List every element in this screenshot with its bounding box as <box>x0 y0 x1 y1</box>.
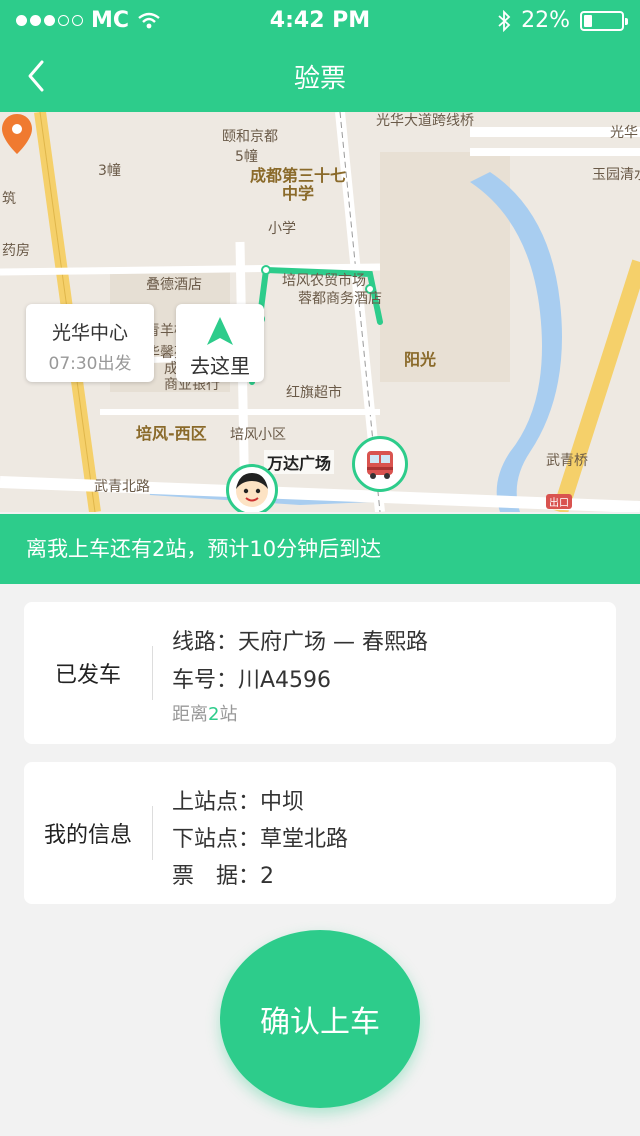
bus-icon <box>367 451 393 479</box>
map-label: 叠德酒店 <box>146 277 202 293</box>
route-text: 线路：天府广场 — 春熙路 <box>172 630 428 655</box>
map-label: 玉园清水河 <box>592 167 640 183</box>
board-stop-text: 上站点：中坝 <box>172 790 305 815</box>
battery-percent: 22% <box>521 8 570 33</box>
map-label: 颐和京都 <box>222 129 278 145</box>
route-map[interactable]: 颐和京都 5幢 3幢 成都第三十七 中学 小学 培风农贸市场 蓉都商务酒店 叠德… <box>0 112 640 512</box>
map-label: 培风-西区 <box>136 424 207 443</box>
app-header: MC 4:42 PM 22% 验票 <box>0 0 640 112</box>
map-label: 武青北路 <box>94 479 150 495</box>
map-label: 培风农贸市场 <box>282 273 366 289</box>
map-label: 光华 <box>610 125 638 141</box>
start-stop-card[interactable]: 光华中心 07:30出发 <box>26 304 154 382</box>
divider <box>152 646 153 700</box>
map-label: 武青桥 <box>546 453 588 469</box>
bus-status-card: 已发车 线路：天府广场 — 春熙路 车号：川A4596 距离2站 <box>24 602 616 744</box>
confirm-boarding-button[interactable]: 确认上车 <box>220 930 420 1108</box>
navigation-arrow-icon <box>207 317 233 345</box>
plate-text: 车号：川A4596 <box>172 668 332 693</box>
bluetooth-icon <box>498 9 511 32</box>
map-label: 筑 <box>2 191 16 207</box>
alight-stop-text: 下站点：草堂北路 <box>172 827 349 852</box>
battery-icon <box>580 10 628 31</box>
go-here-button[interactable]: 去这里 <box>176 304 264 382</box>
distance-count: 2 <box>208 704 220 725</box>
my-info-card: 我的信息 上站点：中坝 下站点：草堂北路 票 据：2 <box>24 762 616 904</box>
page-title: 验票 <box>293 64 346 94</box>
map-label: 培风小区 <box>230 427 286 443</box>
map-label: 小学 <box>268 221 296 237</box>
status-right: 22% <box>497 8 628 33</box>
status-bar: MC 4:42 PM 22% <box>0 0 640 40</box>
map-label: 中学 <box>282 184 315 203</box>
map-label: 光华大道跨线桥 <box>376 113 474 129</box>
map-label: 蓉都商务酒店 <box>298 291 382 307</box>
map-label: 3幢 <box>98 163 121 179</box>
bus-status-label: 已发车 <box>54 663 121 688</box>
bus-location-marker[interactable] <box>352 436 408 492</box>
distance-text: 距离2站 <box>172 700 237 726</box>
destination-pin-icon[interactable] <box>0 112 34 156</box>
divider <box>152 806 153 860</box>
map-label: 药房 <box>2 243 30 259</box>
my-info-label: 我的信息 <box>43 823 132 848</box>
nav-bar: 验票 <box>0 40 640 112</box>
ticket-count-text: 票 据：2 <box>172 864 274 889</box>
exit-marker: 出口 <box>546 494 572 509</box>
distance-prefix: 距离 <box>172 704 208 725</box>
arrival-info-bar: 离我上车还有2站，预计10分钟后到达 <box>0 514 640 584</box>
map-label: 阳光 <box>404 350 437 369</box>
map-label: 红旗超市 <box>286 385 342 401</box>
my-location-avatar[interactable] <box>226 464 278 512</box>
distance-suffix: 站 <box>219 704 238 725</box>
start-stop-name: 光华中心 <box>51 322 128 344</box>
start-stop-time: 07:30出发 <box>48 354 132 374</box>
face-icon <box>236 473 268 507</box>
go-here-label: 去这里 <box>190 354 250 378</box>
